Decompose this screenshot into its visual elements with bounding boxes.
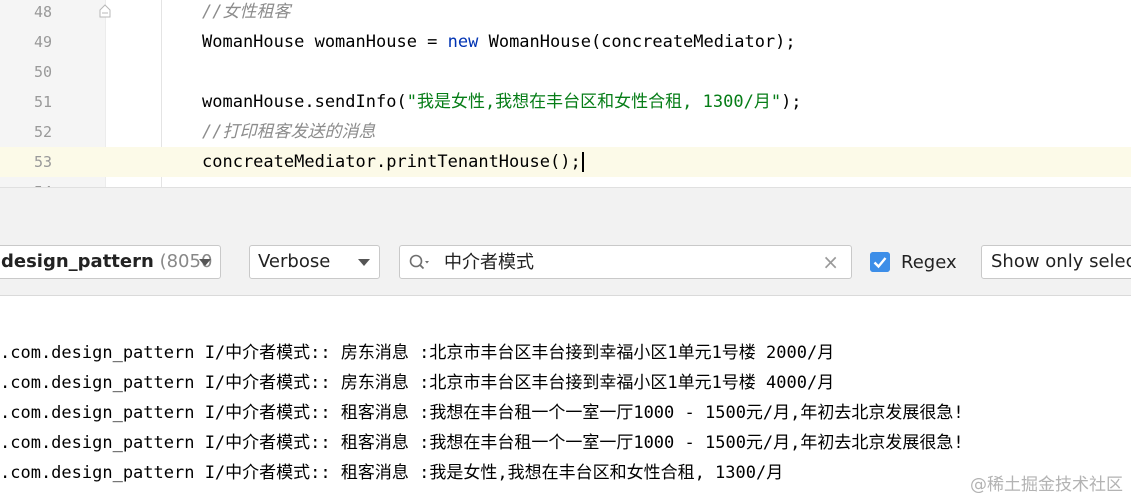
clear-icon[interactable]: × — [822, 246, 839, 278]
log-level-value: Verbose — [258, 251, 331, 272]
show-only-selected-dropdown[interactable]: Show only select — [981, 245, 1131, 279]
log-row[interactable]: .com.design_pattern I/中介者模式:: 房东消息 :北京市丰… — [0, 338, 834, 368]
code-text[interactable]: //打印租客发送的消息 — [202, 117, 375, 147]
log-search-field[interactable]: × — [399, 245, 852, 279]
code-line[interactable]: 50 — [0, 57, 1131, 87]
fold-marker-icon[interactable] — [99, 4, 111, 18]
line-number: 50 — [33, 63, 52, 81]
device-process-dropdown[interactable]: design_pattern (8050 — [0, 245, 221, 279]
logcat-header — [0, 187, 1131, 234]
log-level-dropdown[interactable]: Verbose — [249, 245, 380, 279]
code-token: ); — [781, 92, 802, 112]
logcat-filter-bar: design_pattern (8050 Verbose × Regex Sho… — [0, 233, 1131, 295]
code-comment: //女性租客 — [202, 2, 291, 22]
code-token: WomanHouse(concreateMediator); — [478, 32, 796, 52]
process-name: design_pattern — [1, 251, 154, 272]
line-number: 48 — [33, 3, 52, 21]
line-number: 52 — [33, 123, 52, 141]
watermark: @稀土掘金技术社区 — [970, 475, 1123, 495]
chevron-down-icon — [199, 259, 211, 266]
search-input[interactable] — [444, 246, 804, 276]
code-string: "我是女性,我想在丰台区和女性合租, 1300/月" — [406, 92, 782, 112]
search-icon[interactable] — [408, 253, 430, 273]
code-token: concreateMediator.printTenantHouse(); — [202, 152, 581, 172]
code-line[interactable]: 49 WomanHouse womanHouse = new WomanHouse… — [0, 27, 1131, 57]
line-number: 49 — [33, 33, 52, 51]
line-number: 51 — [33, 93, 52, 111]
code-text[interactable]: WomanHouse womanHouse = new WomanHouse(c… — [202, 27, 796, 57]
code-line[interactable]: 52 //打印租客发送的消息 — [0, 117, 1131, 147]
code-token: WomanHouse womanHouse = — [202, 32, 448, 52]
code-line[interactable]: 48 //女性租客 — [0, 0, 1131, 27]
checkbox-checked-icon[interactable] — [870, 252, 890, 272]
code-text[interactable]: womanHouse.sendInfo("我是女性,我想在丰台区和女性合租, 1… — [202, 87, 802, 117]
log-row[interactable]: .com.design_pattern I/中介者模式:: 房东消息 :北京市丰… — [0, 368, 834, 398]
code-token: womanHouse.sendInfo( — [202, 92, 407, 112]
show-only-label: Show only select — [991, 251, 1131, 272]
code-line[interactable]: 54 — [0, 177, 1131, 187]
code-line[interactable]: 51 womanHouse.sendInfo("我是女性,我想在丰台区和女性合租,… — [0, 87, 1131, 117]
chevron-down-icon — [358, 259, 370, 266]
code-text[interactable]: //女性租客 — [202, 0, 290, 27]
text-caret — [581, 152, 584, 172]
logcat-output[interactable]: .com.design_pattern I/中介者模式:: 房东消息 :北京市丰… — [0, 295, 1131, 502]
line-number: 54 — [0, 177, 52, 187]
log-row[interactable]: .com.design_pattern I/中介者模式:: 租客消息 :我是女性… — [0, 458, 783, 488]
code-text[interactable]: concreateMediator.printTenantHouse(); — [202, 147, 584, 177]
log-row[interactable]: .com.design_pattern I/中介者模式:: 租客消息 :我想在丰… — [0, 428, 964, 458]
code-comment: //打印租客发送的消息 — [202, 122, 376, 142]
log-row[interactable]: .com.design_pattern I/中介者模式:: 租客消息 :我想在丰… — [0, 398, 964, 428]
regex-label: Regex — [901, 252, 957, 273]
code-keyword: new — [447, 32, 479, 52]
code-editor[interactable]: 48 //女性租客 49 WomanHouse womanHouse = new Wo… — [0, 0, 1131, 187]
code-line[interactable]: 53 concreateMediator.printTenantHouse(); — [0, 147, 1131, 177]
line-number: 53 — [33, 153, 52, 171]
